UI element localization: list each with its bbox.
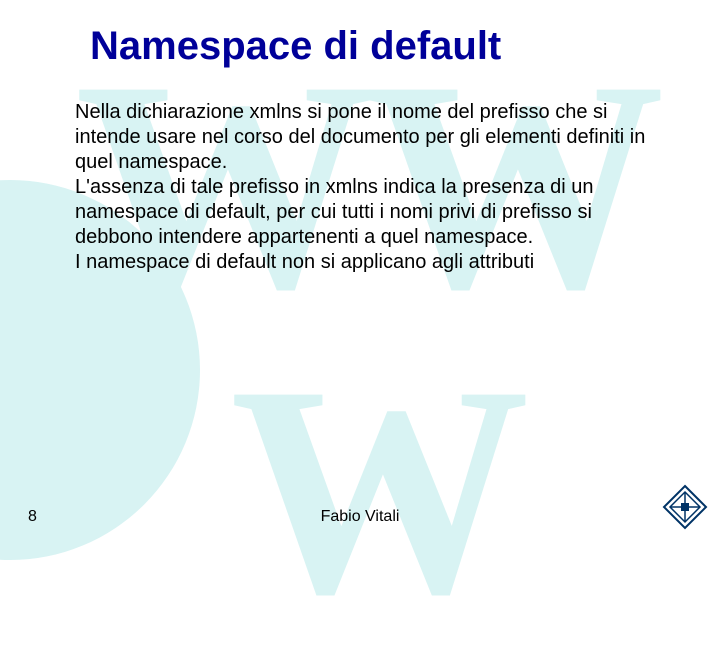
watermark-w: W bbox=[230, 340, 530, 640]
slide-title: Namespace di default bbox=[90, 24, 501, 69]
paragraph-1: Nella dichiarazione xmlns si pone il nom… bbox=[75, 100, 675, 175]
author-name: Fabio Vitali bbox=[321, 508, 400, 526]
paragraph-2: L'assenza di tale prefisso in xmlns indi… bbox=[75, 175, 675, 250]
logo-icon bbox=[662, 484, 708, 530]
slide-body: Nella dichiarazione xmlns si pone il nom… bbox=[75, 100, 675, 275]
paragraph-3: I namespace di default non si applicano … bbox=[75, 250, 675, 275]
page-number: 8 bbox=[28, 508, 37, 526]
